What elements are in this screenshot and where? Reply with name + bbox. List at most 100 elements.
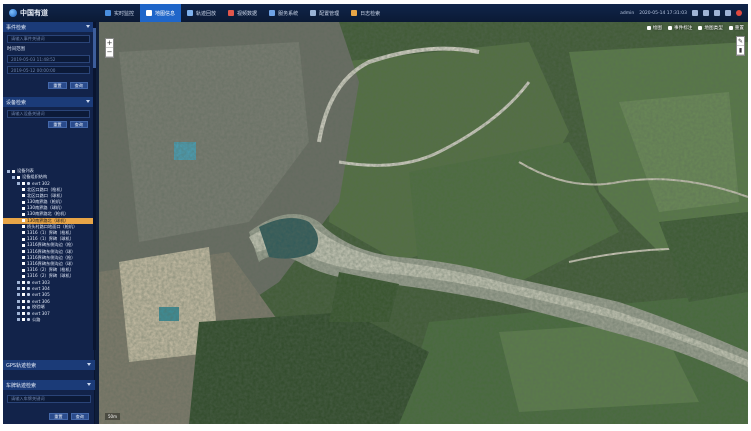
tree-node-label: evrt 306	[32, 298, 50, 304]
checkbox[interactable]	[22, 293, 25, 297]
device-query-button[interactable]: 查询	[69, 121, 88, 128]
tree-node-label: 设备列表	[17, 168, 34, 174]
nav-item[interactable]: 配置管理	[304, 4, 345, 22]
nav-item[interactable]: 实时监控	[99, 4, 140, 22]
satellite-map[interactable]: 绘图 事件标注 地图类型 重置 + − ✎ ▮ 50m	[99, 22, 748, 424]
expand-toggle-icon[interactable]	[12, 175, 15, 179]
checkbox[interactable]	[22, 188, 25, 192]
gps-panel-header[interactable]: GPS轨迹检索	[3, 360, 95, 370]
trash-icon[interactable]: ▮	[737, 46, 744, 55]
nav-icon	[105, 10, 111, 16]
tool-icon	[698, 26, 703, 30]
map-tool-button[interactable]: 重置	[728, 25, 744, 31]
tree-node-label: 北区口路口（球机）	[27, 192, 65, 198]
chevron-down-icon	[87, 363, 91, 366]
end-time-input[interactable]: 2019-05-12 00:00:00	[7, 66, 90, 74]
message-icon[interactable]	[692, 10, 698, 16]
map-tool-button[interactable]: 事件标注	[668, 25, 692, 31]
datetime: 2020-05-14 17:31:03	[639, 10, 687, 16]
user-icon	[27, 280, 30, 284]
pencil-icon[interactable]: ✎	[737, 37, 744, 46]
tree-node-label: evrt 307	[32, 310, 50, 316]
checkbox[interactable]	[22, 262, 25, 266]
map-tool-button[interactable]: 地图类型	[698, 25, 723, 31]
nav-item[interactable]: 服务系统	[263, 4, 304, 22]
tree-node-label: 设备组织结构	[22, 174, 48, 180]
checkbox[interactable]	[22, 200, 25, 204]
expand-toggle-icon[interactable]	[17, 280, 20, 284]
logo-icon	[9, 9, 17, 17]
event-search-input[interactable]: 请输入事件关键词	[7, 35, 90, 43]
checkbox[interactable]	[22, 280, 25, 284]
expand-toggle-icon[interactable]	[17, 299, 20, 303]
event-reset-button[interactable]: 重置	[48, 82, 67, 89]
expand-toggle-icon[interactable]	[17, 305, 20, 309]
tree-node-label: 130南界路（球机）	[27, 205, 65, 211]
gear-icon[interactable]	[703, 10, 709, 16]
event-panel-title: 事件检索	[6, 24, 27, 31]
nav-icon	[228, 10, 235, 16]
expand-toggle-icon[interactable]	[17, 293, 20, 297]
checkbox[interactable]	[22, 181, 25, 185]
event-query-button[interactable]: 查询	[69, 82, 88, 89]
zoom-out-button[interactable]: −	[106, 48, 113, 57]
expand-toggle-icon[interactable]	[17, 311, 20, 315]
checkbox[interactable]	[22, 250, 25, 254]
sidebar-scrollbar[interactable]	[93, 22, 96, 350]
fullscreen-icon[interactable]	[714, 10, 720, 16]
checkbox[interactable]	[22, 305, 25, 309]
checkbox[interactable]	[22, 237, 25, 241]
nav-item[interactable]: 视频数据	[222, 4, 263, 22]
user-icon	[27, 311, 30, 315]
expand-toggle-icon[interactable]	[7, 169, 10, 173]
checkbox[interactable]	[22, 311, 25, 315]
expand-toggle-icon[interactable]	[17, 287, 20, 291]
checkbox[interactable]	[22, 274, 25, 278]
car-query-button[interactable]: 查询	[70, 413, 89, 420]
checkbox[interactable]	[22, 225, 25, 229]
event-panel-header[interactable]: 事件检索	[3, 22, 94, 32]
checkbox[interactable]	[22, 287, 25, 291]
power-icon[interactable]	[736, 10, 742, 16]
expand-toggle-icon[interactable]	[17, 318, 20, 322]
checkbox[interactable]	[22, 243, 25, 247]
checkbox[interactable]	[22, 299, 25, 303]
checkbox[interactable]	[22, 231, 25, 235]
tree-node-label: 公路	[32, 316, 41, 322]
nav-item[interactable]: 地图信息	[140, 4, 182, 22]
checkbox[interactable]	[22, 268, 25, 272]
tree-node-label: 北区口路口（枪机）	[27, 186, 65, 192]
nav-item[interactable]: 日志检索	[345, 4, 386, 22]
checkbox[interactable]	[22, 219, 25, 223]
chevron-down-icon	[87, 383, 91, 386]
checkbox[interactable]	[22, 206, 25, 210]
device-reset-button[interactable]: 重置	[48, 121, 67, 128]
checkbox[interactable]	[17, 175, 20, 179]
map-tool-label: 重置	[734, 26, 744, 31]
zoom-in-button[interactable]: +	[106, 39, 113, 48]
device-panel-header[interactable]: 设备检索	[3, 97, 94, 107]
logo: 中国有道	[3, 8, 99, 18]
tree-node-label: 130南界路北（枪机）	[27, 211, 69, 217]
nav-label: 日志检索	[360, 10, 381, 17]
car-panel-header[interactable]: 车牌轨迹检索	[3, 380, 95, 390]
tree-node-label: evrt 304	[32, 286, 50, 292]
checkbox[interactable]	[22, 256, 25, 260]
expand-toggle-icon[interactable]	[17, 181, 20, 185]
scrollbar-thumb[interactable]	[93, 28, 96, 68]
username: admin	[620, 10, 635, 16]
map-tool-button[interactable]: 绘图	[646, 25, 662, 31]
tree-node-label: 1316（2）界碑（枪机）	[27, 267, 74, 273]
checkbox[interactable]	[12, 169, 15, 173]
car-search-input[interactable]: 请输入车牌关键词	[7, 395, 91, 403]
car-reset-button[interactable]: 重置	[49, 413, 68, 420]
checkbox[interactable]	[22, 194, 25, 198]
tree-node[interactable]: 公路	[3, 317, 95, 323]
nav-label: 实时监控	[114, 10, 135, 17]
device-search-input[interactable]: 请输入设备关键词	[7, 110, 90, 118]
nav-item[interactable]: 轨迹回放	[181, 4, 222, 22]
user-icon[interactable]	[725, 10, 731, 16]
checkbox[interactable]	[22, 212, 25, 216]
start-time-input[interactable]: 2019-05-03 11:48:52	[7, 55, 90, 63]
checkbox[interactable]	[22, 318, 25, 322]
